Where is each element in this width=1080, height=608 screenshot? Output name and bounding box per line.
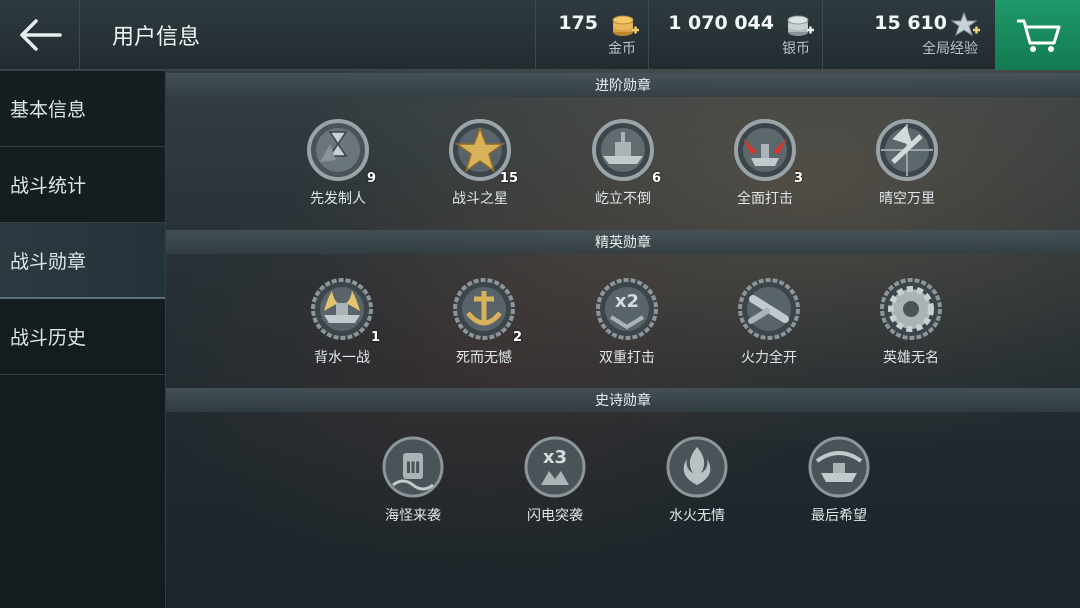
medal-name: 双重打击 <box>599 350 655 366</box>
medal-first-strike[interactable]: 9 先发制人 <box>283 118 393 218</box>
silver-label: 银币 <box>782 41 810 57</box>
medal-name: 闪电突袭 <box>527 508 583 524</box>
shop-cart-button[interactable] <box>995 0 1080 70</box>
medal-name: 最后希望 <box>811 508 867 524</box>
medal-kraken[interactable]: Ⅲ 海怪来袭 <box>358 435 468 535</box>
x2-medal-icon: x2 <box>596 278 658 340</box>
section-header-elite: 精英勋章 <box>166 230 1080 254</box>
gold-anchor-medal-icon <box>453 278 515 340</box>
xp-currency[interactable]: 15 610 全局经验 <box>822 0 995 70</box>
medals-panel: 进阶勋章 9 先发制人 15 战斗之星 6 屹立不倒 3 全面打击 晴空万里 精… <box>166 71 1080 608</box>
medal-stand-firm[interactable]: 6 屹立不倒 <box>568 118 678 218</box>
medal-last-hope[interactable]: 最后希望 <box>784 435 894 535</box>
kraken-medal-icon: Ⅲ <box>382 436 444 498</box>
xp-star-add-icon <box>951 12 980 37</box>
back-arrow-icon <box>19 19 62 51</box>
medal-no-regrets[interactable]: 2 死而无憾 <box>429 277 539 377</box>
medal-full-strike[interactable]: 3 全面打击 <box>710 118 820 218</box>
medal-fire-and-water[interactable]: 水火无情 <box>642 435 752 535</box>
fire-water-medal-icon <box>666 436 728 498</box>
sidebar-item-label: 战斗历史 <box>10 327 87 349</box>
medal-name: 死而无憾 <box>456 350 512 366</box>
sidebar-item-battle-stats[interactable]: 战斗统计 <box>0 147 165 223</box>
xp-amount: 15 610 <box>874 12 947 34</box>
section-header-epic: 史诗勋章 <box>166 388 1080 412</box>
medal-count: 9 <box>366 171 376 186</box>
hourglass-ship-medal-icon <box>307 119 369 181</box>
gold-label: 金币 <box>608 41 636 57</box>
svg-text:x3: x3 <box>543 447 567 468</box>
gear-medal-icon <box>880 278 942 340</box>
silver-coin-add-icon <box>787 15 814 36</box>
medal-name: 水火无情 <box>669 508 725 524</box>
last-hope-ship-medal-icon <box>808 436 870 498</box>
medal-unsung-hero[interactable]: 英雄无名 <box>856 277 966 377</box>
medal-count: 15 <box>499 171 518 186</box>
sidebar-item-battle-history[interactable]: 战斗历史 <box>0 299 165 375</box>
gold-coin-add-icon <box>612 15 639 36</box>
medal-name: 先发制人 <box>310 191 366 207</box>
back-button[interactable] <box>0 0 80 70</box>
svg-text:x2: x2 <box>615 291 639 312</box>
gold-currency[interactable]: 175 金币 <box>535 0 648 70</box>
torpedo-medal-icon <box>738 278 800 340</box>
battleship-medal-icon <box>592 119 654 181</box>
silver-currency[interactable]: 1 070 044 银币 <box>648 0 822 70</box>
medal-name: 英雄无名 <box>883 350 939 366</box>
medal-double-strike[interactable]: x2 双重打击 <box>572 277 682 377</box>
medal-name: 火力全开 <box>741 350 797 366</box>
sidebar: 基本信息 战斗统计 战斗勋章 战斗历史 <box>0 71 166 608</box>
crossed-plane-medal-icon <box>876 119 938 181</box>
sidebar-item-battle-medals[interactable]: 战斗勋章 <box>0 223 165 299</box>
xp-label: 全局经验 <box>922 41 978 57</box>
medal-count: 2 <box>512 330 522 345</box>
medal-last-stand[interactable]: 1 背水一战 <box>287 277 397 377</box>
medal-count: 6 <box>651 171 661 186</box>
silver-amount: 1 070 044 <box>668 12 774 34</box>
gold-flame-ship-medal-icon <box>311 278 373 340</box>
medal-count: 1 <box>370 330 380 345</box>
gold-amount: 175 <box>558 12 598 34</box>
section-header-advanced: 进阶勋章 <box>166 73 1080 97</box>
medal-name: 屹立不倒 <box>595 191 651 207</box>
page-title: 用户信息 <box>112 25 201 50</box>
sidebar-item-label: 战斗勋章 <box>10 250 87 273</box>
medal-name: 背水一战 <box>314 350 370 366</box>
medal-name: 全面打击 <box>737 191 793 207</box>
medal-clear-sky[interactable]: 晴空万里 <box>852 118 962 218</box>
medal-battle-star[interactable]: 15 战斗之星 <box>425 118 535 218</box>
medal-count: 3 <box>793 171 803 186</box>
sidebar-item-basic-info[interactable]: 基本信息 <box>0 71 165 147</box>
medal-name: 战斗之星 <box>452 191 508 207</box>
medal-full-fire[interactable]: 火力全开 <box>714 277 824 377</box>
sidebar-item-label: 战斗统计 <box>10 175 87 197</box>
svg-text:Ⅲ: Ⅲ <box>405 458 420 477</box>
red-strike-ship-medal-icon <box>734 119 796 181</box>
cart-icon <box>1016 19 1060 52</box>
sidebar-item-label: 基本信息 <box>10 99 87 121</box>
top-bar: 用户信息 175 金币 1 070 044 银币 15 610 全局经验 <box>0 0 1080 70</box>
medal-name: 晴空万里 <box>879 191 935 207</box>
medal-name: 海怪来袭 <box>385 508 441 524</box>
x3-medal-icon: x3 <box>524 436 586 498</box>
medal-lightning-raid[interactable]: x3 闪电突袭 <box>500 435 610 535</box>
